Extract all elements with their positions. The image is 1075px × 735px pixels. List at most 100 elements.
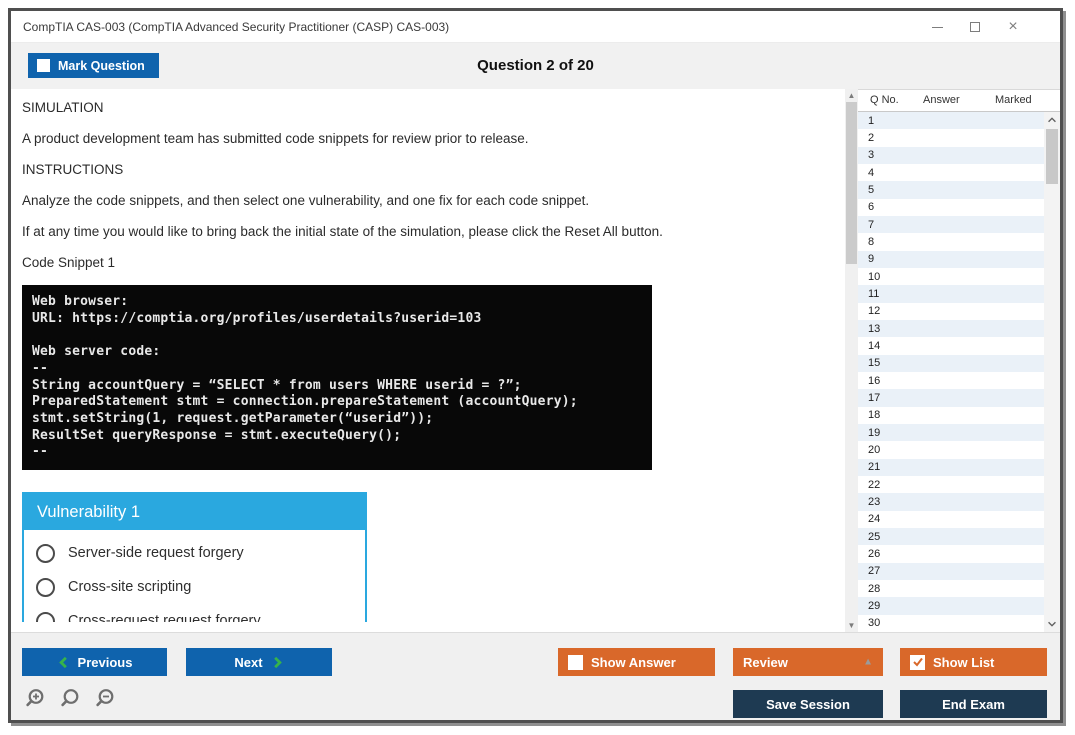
question-list-row[interactable]: 8 <box>858 233 1044 250</box>
question-number: 1 <box>868 115 874 127</box>
window-controls: × <box>918 11 1032 43</box>
question-list-header: Q No. Answer Marked <box>858 89 1060 112</box>
question-number: 29 <box>868 600 880 612</box>
code-line: -- <box>32 361 642 378</box>
zoom-reset-icon[interactable] <box>60 687 84 711</box>
question-number: 23 <box>868 496 880 508</box>
minimize-button[interactable] <box>918 11 956 43</box>
question-paragraph: Code Snippet 1 <box>22 256 842 270</box>
question-list-row[interactable]: 2 <box>858 129 1044 146</box>
question-number: 25 <box>868 531 880 543</box>
question-number: 21 <box>868 461 880 473</box>
question-number: 3 <box>868 149 874 161</box>
next-button[interactable]: Next <box>186 648 332 676</box>
question-number: 11 <box>868 288 879 300</box>
question-list-row[interactable]: 21 <box>858 459 1044 476</box>
question-number: 22 <box>868 479 880 491</box>
question-list-row[interactable]: 10 <box>858 268 1044 285</box>
question-list-row[interactable]: 30 <box>858 615 1044 632</box>
question-number: 12 <box>868 305 880 317</box>
vulnerability-option-label: Server-side request forgery <box>68 545 244 561</box>
chevron-up-icon[interactable] <box>1044 112 1060 128</box>
question-list: 1 2 3 4 5 <box>858 112 1044 632</box>
vulnerability-option[interactable]: Cross-site scripting <box>24 570 365 604</box>
question-list-row[interactable]: 15 <box>858 355 1044 372</box>
question-list-panel: Q No. Answer Marked 1 2 3 <box>858 89 1060 632</box>
vulnerability-option-label: Cross-site scripting <box>68 579 191 595</box>
question-list-row[interactable]: 4 <box>858 164 1044 181</box>
question-number: 19 <box>868 427 880 439</box>
radio-button-icon <box>36 544 55 563</box>
question-list-row[interactable]: 26 <box>858 545 1044 562</box>
question-number: 14 <box>868 340 880 352</box>
end-exam-button[interactable]: End Exam <box>900 690 1047 718</box>
previous-button[interactable]: Previous <box>22 648 167 676</box>
code-line: ResultSet queryResponse = stmt.executeQu… <box>32 428 642 445</box>
question-list-row[interactable]: 6 <box>858 199 1044 216</box>
question-list-row[interactable]: 20 <box>858 441 1044 458</box>
checkbox-icon <box>568 655 583 670</box>
mark-question-button[interactable]: Mark Question <box>28 53 159 78</box>
chevron-right-icon <box>271 655 284 670</box>
radio-button-icon <box>36 578 55 597</box>
question-number: 17 <box>868 392 880 404</box>
question-paragraph: INSTRUCTIONS <box>22 163 842 177</box>
question-list-row[interactable]: 24 <box>858 511 1044 528</box>
show-list-button[interactable]: Show List <box>900 648 1047 676</box>
question-list-row[interactable]: 9 <box>858 251 1044 268</box>
content-scrollbar[interactable]: ▲ ▼ <box>845 89 858 632</box>
question-list-row[interactable]: 16 <box>858 372 1044 389</box>
save-session-button[interactable]: Save Session <box>733 690 883 718</box>
show-answer-button[interactable]: Show Answer <box>558 648 715 676</box>
question-number: 20 <box>868 444 880 456</box>
question-list-row[interactable]: 28 <box>858 580 1044 597</box>
close-icon: × <box>1008 19 1017 35</box>
code-snippet-1: Web browser:URL: https://comptia.org/pro… <box>22 285 652 470</box>
question-list-row[interactable]: 7 <box>858 216 1044 233</box>
question-list-row[interactable]: 1 <box>858 112 1044 129</box>
question-number: 6 <box>868 201 874 213</box>
question-list-row[interactable]: 5 <box>858 181 1044 198</box>
question-number: 15 <box>868 357 880 369</box>
question-list-row[interactable]: 29 <box>858 597 1044 614</box>
question-list-row[interactable]: 14 <box>858 337 1044 354</box>
question-list-row[interactable]: 27 <box>858 563 1044 580</box>
column-qno: Q No. <box>870 94 899 106</box>
question-paragraph: Analyze the code snippets, and then sele… <box>22 194 842 208</box>
previous-label: Previous <box>78 655 133 670</box>
vulnerability-option[interactable]: Server-side request forgery <box>24 536 365 570</box>
question-number: 8 <box>868 236 874 248</box>
question-number: 7 <box>868 219 874 231</box>
question-list-row[interactable]: 13 <box>858 320 1044 337</box>
chevron-left-icon <box>57 655 70 670</box>
question-list-row[interactable]: 19 <box>858 424 1044 441</box>
chevron-down-icon[interactable] <box>1044 616 1060 632</box>
content-scrollbar-thumb[interactable] <box>846 102 857 264</box>
maximize-button[interactable] <box>956 11 994 43</box>
question-list-row[interactable]: 11 <box>858 285 1044 302</box>
vulnerability-option[interactable]: Cross-request request forgery <box>24 604 365 622</box>
zoom-in-icon[interactable] <box>25 687 49 711</box>
scroll-down-icon[interactable]: ▼ <box>845 619 858 632</box>
question-number: 4 <box>868 167 874 179</box>
show-answer-label: Show Answer <box>591 655 676 670</box>
close-button[interactable]: × <box>994 11 1032 43</box>
zoom-out-icon[interactable] <box>95 687 119 711</box>
window-title: CompTIA CAS-003 (CompTIA Advanced Securi… <box>23 11 449 43</box>
title-bar: CompTIA CAS-003 (CompTIA Advanced Securi… <box>11 11 1060 43</box>
question-content-area: SIMULATIONA product development team has… <box>11 89 1060 632</box>
question-list-scrollbar[interactable] <box>1044 112 1060 632</box>
question-list-row[interactable]: 12 <box>858 303 1044 320</box>
question-list-row[interactable]: 25 <box>858 528 1044 545</box>
question-list-row[interactable]: 18 <box>858 407 1044 424</box>
question-list-scrollbar-thumb[interactable] <box>1046 129 1058 184</box>
question-list-row[interactable]: 3 <box>858 147 1044 164</box>
question-list-row[interactable]: 22 <box>858 476 1044 493</box>
question-list-row[interactable]: 23 <box>858 493 1044 510</box>
caret-up-icon: ▲ <box>863 657 873 668</box>
scroll-up-icon[interactable]: ▲ <box>845 89 858 102</box>
vulnerability-panel-title: Vulnerability 1 <box>24 494 365 530</box>
question-number: 13 <box>868 323 880 335</box>
review-button[interactable]: Review ▲ <box>733 648 883 676</box>
question-list-row[interactable]: 17 <box>858 389 1044 406</box>
